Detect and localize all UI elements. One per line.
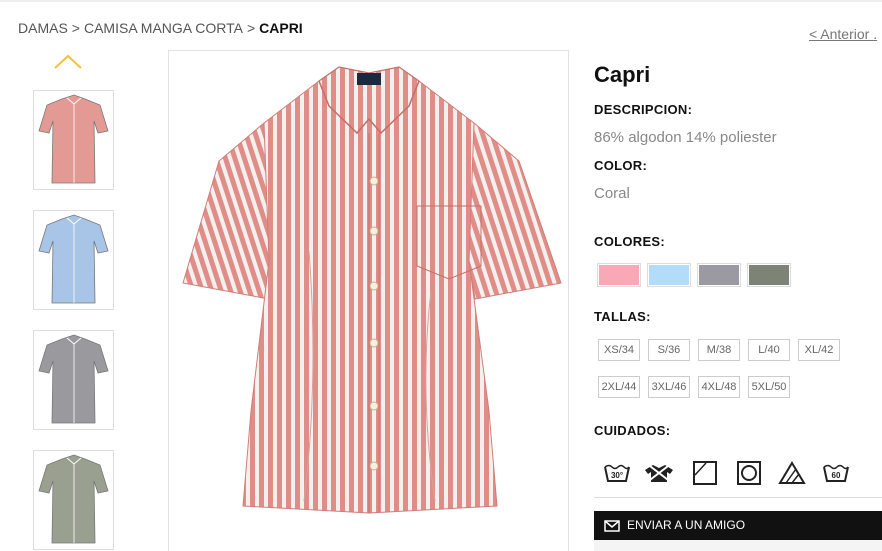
color-label: COLOR: [594, 158, 648, 173]
size-option[interactable]: M/38 [698, 339, 740, 361]
panel-bottom [594, 540, 882, 551]
sizes-label: TALLAS: [594, 309, 651, 324]
send-to-friend-label: ENVIAR A UN AMIGO [627, 518, 746, 532]
shirt-shape [38, 454, 109, 544]
wash-30-icon: 30° [604, 464, 630, 482]
shirt-shape [38, 334, 109, 424]
color-swatch-olive[interactable] [747, 263, 791, 287]
breadcrumb-damas[interactable]: DAMAS [18, 20, 68, 36]
shirt-main-image [182, 66, 562, 514]
shirt-shape [38, 214, 109, 304]
shirt-olive-thumbnail-image [38, 454, 109, 544]
size-option[interactable]: 5XL/50 [748, 376, 790, 398]
breadcrumb-current: CAPRI [259, 20, 303, 36]
breadcrumb-camisa-manga-corta[interactable]: CAMISA MANGA CORTA [84, 20, 243, 36]
wash-60-label: 60 [832, 471, 841, 480]
shirt-coral-thumbnail-image [38, 94, 109, 184]
description-label: DESCRIPCION: [594, 102, 693, 117]
main-product-image [168, 50, 569, 551]
color-value: Coral [594, 185, 630, 202]
no-tumble-dry-icon [645, 462, 673, 484]
thumbnail-blue[interactable] [33, 210, 114, 310]
color-swatch-pink[interactable] [597, 263, 641, 287]
colors-label: COLORES: [594, 234, 666, 249]
send-to-friend-button[interactable]: ENVIAR A UN AMIGO [594, 511, 882, 540]
product-title: Capri [594, 62, 651, 87]
no-bleach-icon [778, 461, 806, 484]
breadcrumb-separator: > [71, 20, 80, 36]
mail-icon [604, 520, 620, 532]
shirt-grey-thumbnail-image [38, 334, 109, 424]
size-option[interactable]: XL/42 [798, 339, 840, 361]
size-option[interactable]: S/36 [648, 339, 690, 361]
breadcrumb: DAMAS > CAMISA MANGA CORTA > CAPRI [18, 20, 303, 36]
color-swatch-grey[interactable] [697, 263, 741, 287]
wash-30-label: 30° [611, 471, 623, 480]
wash-60-icon: 60 [823, 464, 849, 482]
care-label: CUIDADOS: [594, 423, 671, 438]
chevron-up-icon[interactable] [52, 52, 84, 70]
divider [594, 497, 882, 498]
tumble-dry-icon [737, 461, 761, 485]
shirt-shape [38, 94, 109, 184]
size-option[interactable]: L/40 [748, 339, 790, 361]
description-value: 86% algodon 14% poliester [594, 129, 777, 146]
line-dry-icon [693, 461, 717, 485]
size-option[interactable]: XS/34 [598, 339, 640, 361]
previous-link[interactable]: < Anterior . [809, 26, 877, 42]
thumbnail-grey[interactable] [33, 330, 114, 430]
size-option[interactable]: 3XL/46 [648, 376, 690, 398]
size-option[interactable]: 4XL/48 [698, 376, 740, 398]
shirt-blue-thumbnail-image [38, 214, 109, 304]
breadcrumb-separator: > [246, 20, 256, 36]
thumbnail-olive[interactable] [33, 450, 114, 550]
size-option[interactable]: 2XL/44 [598, 376, 640, 398]
color-swatch-blue[interactable] [647, 263, 691, 287]
top-border [0, 0, 882, 2]
thumbnail-coral[interactable] [33, 90, 114, 190]
